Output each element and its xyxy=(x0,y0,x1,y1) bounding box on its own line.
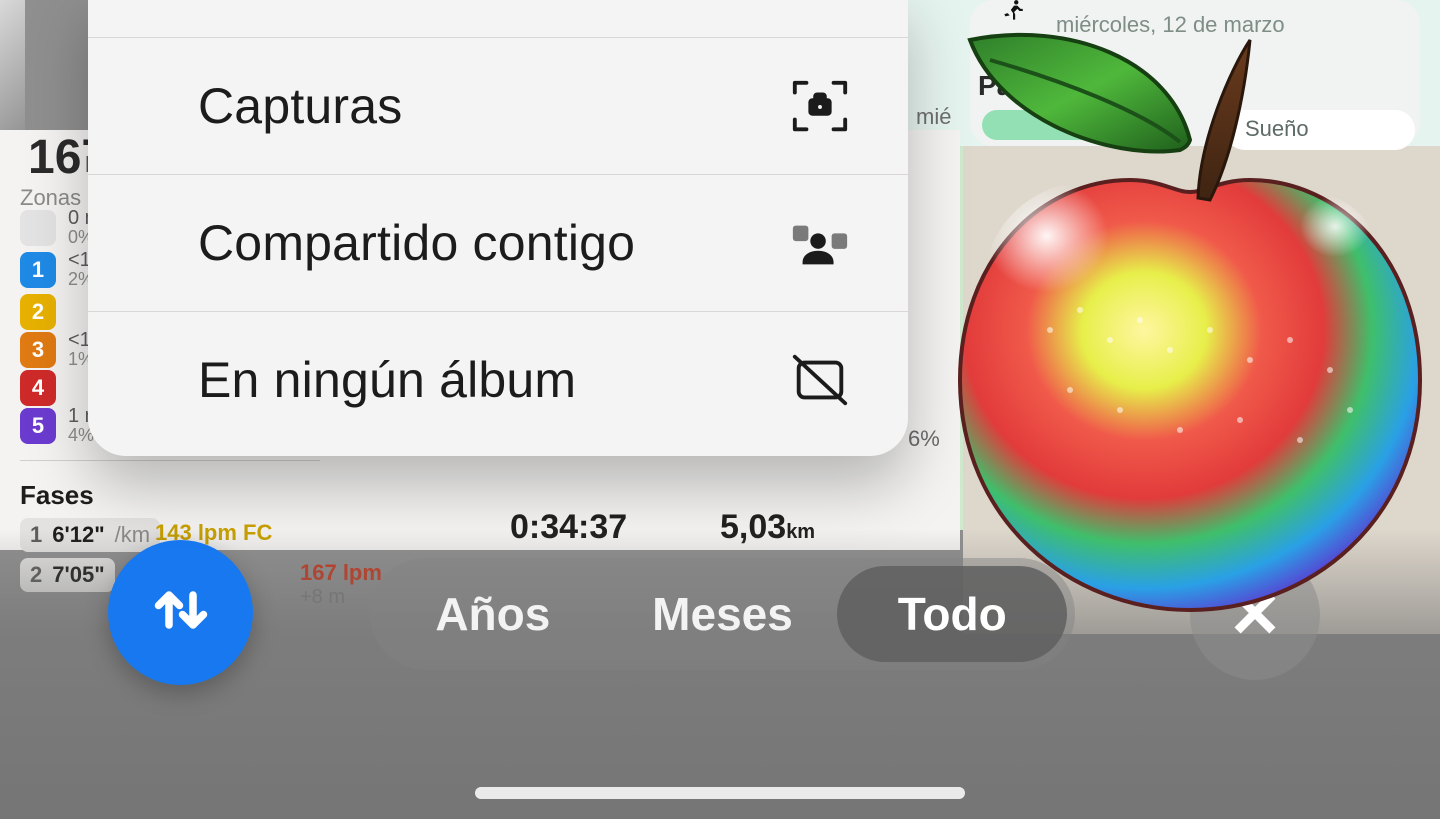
menu-item-label: En ningún álbum xyxy=(198,351,576,409)
not-in-album-icon xyxy=(788,348,852,412)
zone-badge: 1 xyxy=(20,252,56,288)
card-pill xyxy=(982,110,1162,140)
close-icon xyxy=(1226,584,1284,647)
segment-months[interactable]: Meses xyxy=(608,566,838,662)
menu-item-label: Capturas xyxy=(198,77,402,135)
phases-label: Fases xyxy=(20,480,94,511)
card-prefix: Pa xyxy=(978,70,1012,102)
sort-button[interactable] xyxy=(108,540,253,685)
shared-with-you-icon xyxy=(788,211,852,275)
sleep-pill: Sueño xyxy=(1225,110,1415,150)
day-short: mié xyxy=(916,104,951,129)
card-date: miércoles, 12 de marzo xyxy=(1056,12,1285,38)
segment-all[interactable]: Todo xyxy=(837,566,1067,662)
view-segmented-control[interactable]: Años Meses Todo xyxy=(370,558,1075,670)
runner-icon xyxy=(1000,0,1026,30)
zone-badge: 5 xyxy=(20,408,56,444)
sort-arrows-icon xyxy=(145,574,217,651)
filter-menu: Capturas Compartido contigo xyxy=(88,0,908,456)
menu-item-label: Compartido contigo xyxy=(198,214,635,272)
menu-item-shared-with-you[interactable]: Compartido contigo xyxy=(88,175,908,312)
home-indicator[interactable] xyxy=(475,787,965,799)
zone-badge xyxy=(20,210,56,246)
menu-item-not-in-album[interactable]: En ningún álbum xyxy=(88,312,908,456)
zone-badge: 2 xyxy=(20,294,56,330)
photos-app-screen: miércoles, 12 de marzo Pa Sueño mié 12 1… xyxy=(0,0,1440,819)
close-button[interactable] xyxy=(1190,550,1320,680)
side-pct: 6% xyxy=(908,426,940,452)
divider xyxy=(20,460,320,461)
segment-years[interactable]: Años xyxy=(378,566,608,662)
zone-badge: 3 xyxy=(20,332,56,368)
menu-top xyxy=(88,0,908,38)
screenshot-icon xyxy=(788,74,852,138)
zone-badge: 4 xyxy=(20,370,56,406)
bg-tile xyxy=(0,0,25,150)
menu-item-screenshots[interactable]: Capturas xyxy=(88,38,908,175)
